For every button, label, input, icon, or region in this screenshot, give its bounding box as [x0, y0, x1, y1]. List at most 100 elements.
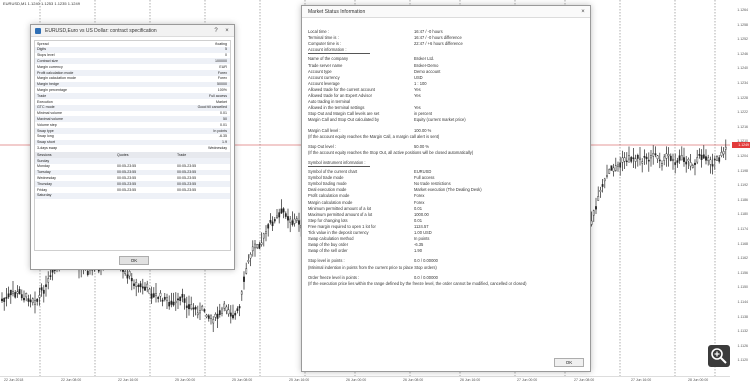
status-value: 16:47 / -0 hours difference: [414, 35, 462, 41]
spec-key: Swap short: [37, 140, 55, 145]
price-scale[interactable]: 1.1264 1.1258 1.1252 1.1246 1.1240 1.1234 1.12…: [730, 0, 750, 383]
candle-body: [271, 221, 274, 227]
session-day: Thursday: [37, 181, 52, 186]
candle-body: [632, 157, 635, 160]
candle-body: [661, 163, 663, 167]
price-scale-label: 1.1198: [737, 168, 748, 173]
price-scale-label: 1.1264: [737, 8, 748, 12]
candle-body: [166, 297, 168, 301]
status-label: Symbol trade mode: [308, 175, 344, 181]
candle-body: [212, 319, 215, 324]
time-axis-label: 22 Jun 16:00: [118, 378, 139, 382]
chart-header: EURUSD,M1 1.1240 1.1253 1.1235 1.1249: [3, 1, 80, 6]
candle-body: [298, 220, 300, 225]
session-trade: 00:05-23:55: [177, 187, 197, 192]
candle-body: [718, 157, 721, 162]
candle-body: [146, 283, 149, 288]
candle-body: [256, 244, 259, 249]
price-scale-label: 1.1168: [737, 241, 748, 246]
close-icon[interactable]: ×: [223, 27, 231, 35]
session-quotes: 00:05-23:55: [117, 187, 137, 192]
candle-body: [188, 304, 190, 310]
price-scale-label: 1.1234: [737, 81, 748, 85]
candle-body: [619, 162, 622, 168]
candle-body: [628, 155, 630, 160]
candle-body: [645, 156, 648, 160]
candle-body: [262, 233, 265, 239]
market-status-dialog[interactable]: Market Status Information × Local time :…: [301, 5, 591, 372]
status-label: Allowed trade for an Expert Advisor: [308, 93, 372, 98]
status-label: Minimum permitted amount of a lot: [308, 205, 372, 211]
candle-body: [702, 154, 705, 159]
candle-body: [139, 283, 142, 288]
status-label: Maximum permitted amount of a lot: [308, 211, 373, 217]
time-axis-label: 26 Jun 08:00: [403, 378, 424, 382]
candle-body: [696, 157, 699, 163]
candle-body: [287, 216, 289, 221]
candle-body: [18, 289, 21, 295]
candle-body: [163, 296, 166, 300]
spec-key: Minimal volume: [37, 111, 62, 116]
spec-key: Stops level: [37, 53, 55, 58]
candle-body: [177, 298, 179, 301]
spec-value: 50000: [217, 82, 227, 87]
candle-body: [601, 184, 604, 187]
spec-table: Spread floating Digits 5 Stops level 0 Contrac…: [34, 40, 231, 251]
candle-body: [621, 157, 624, 163]
candle-body: [203, 309, 206, 312]
candle-body: [179, 296, 182, 301]
contract-specification-dialog[interactable]: EURUSD,Euro vs US Dollar: contract speci…: [30, 24, 235, 270]
candle-body: [214, 314, 217, 318]
candle-body: [590, 220, 593, 225]
candle-body: [126, 274, 129, 279]
session-row: Saturday: [35, 192, 230, 199]
candle-body: [636, 155, 639, 159]
status-value: 1.90: [414, 248, 422, 254]
candle-body: [269, 219, 272, 223]
status-label: Local time :: [308, 29, 329, 34]
candle-body: [170, 300, 173, 305]
status-value: No trade restrictions: [414, 181, 451, 187]
time-axis-label: 25 Jun 00:00: [175, 378, 196, 382]
candle-body: [194, 307, 197, 310]
price-scale-label: 1.1252: [737, 37, 748, 42]
time-axis[interactable]: 22 Jun 2018 22 Jun 08:00 22 Jun 16:00 25 Ju…: [0, 376, 730, 383]
session-day: Friday: [37, 187, 47, 192]
time-axis-label: 28 Jun 00:00: [688, 378, 709, 382]
spec-titlebar[interactable]: EURUSD,Euro vs US Dollar: contract speci…: [31, 25, 234, 37]
help-icon[interactable]: ?: [212, 27, 220, 35]
price-scale-label: 1.1174: [737, 227, 748, 231]
status-label: Deal execution mode: [308, 187, 347, 193]
candle-body: [247, 260, 250, 263]
zoom-magnifier-icon[interactable]: [708, 345, 730, 367]
spec-key: Swap long: [37, 134, 54, 139]
candle-body: [667, 154, 670, 157]
spec-key: Spread: [37, 41, 49, 46]
session-day: Wednesday: [37, 175, 56, 180]
candle-body: [174, 300, 177, 304]
status-ok-button[interactable]: OK: [554, 358, 584, 367]
candle-body: [676, 160, 679, 163]
sessions-column-header: Sessions: [37, 152, 52, 157]
price-scale-label: 1.1162: [737, 256, 748, 261]
candle-body: [293, 218, 296, 224]
status-value: Forex: [414, 193, 425, 199]
candle-body: [634, 158, 637, 162]
status-label: Stop Out and Margin Call levels are set: [308, 111, 380, 117]
candle-body: [130, 277, 133, 282]
candle-body: [225, 306, 228, 311]
candle-body: [240, 291, 243, 295]
status-label: Account information :: [308, 47, 347, 53]
spec-value: 100000: [215, 58, 227, 63]
candle-body: [680, 155, 683, 161]
spec-ok-button[interactable]: OK: [119, 256, 149, 265]
current-price-tag: 1.1249: [732, 142, 750, 148]
candle-body: [141, 286, 144, 289]
candle-body: [31, 298, 34, 303]
candle-body: [595, 206, 597, 210]
price-scale-label: 1.1246: [737, 51, 748, 56]
candle-body: [678, 155, 681, 161]
candle-body: [1, 298, 3, 302]
candle-body: [243, 276, 245, 282]
candle-body: [238, 306, 241, 309]
